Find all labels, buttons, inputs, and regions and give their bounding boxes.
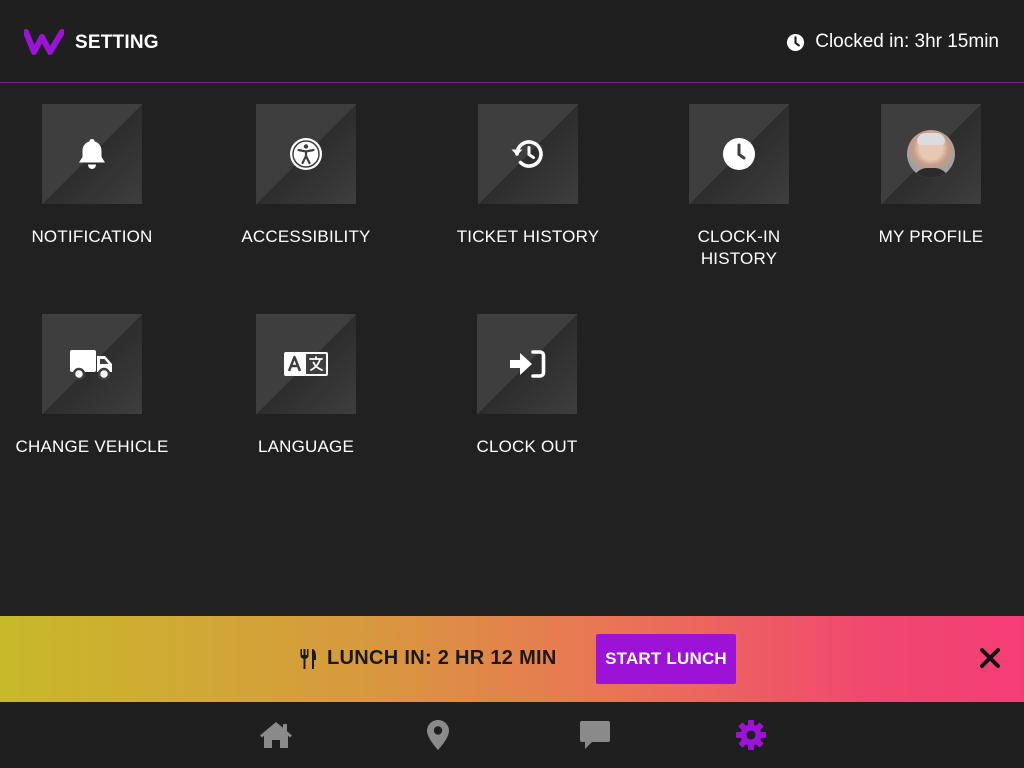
close-icon[interactable] xyxy=(978,646,1002,670)
nav-settings[interactable] xyxy=(731,718,771,752)
tile-change-vehicle-box[interactable] xyxy=(42,314,142,414)
tile-clock-out-box[interactable] xyxy=(477,314,577,414)
tile-ticket-history-label: TICKET HISTORY xyxy=(456,227,600,246)
accessibility-icon xyxy=(290,138,322,170)
nav-messages[interactable] xyxy=(575,718,615,752)
tile-ticket-history-box[interactable] xyxy=(478,104,578,204)
history-icon xyxy=(511,140,543,168)
w-logo-icon xyxy=(24,29,64,55)
truck-icon xyxy=(70,350,112,381)
translate-icon xyxy=(284,352,328,376)
map-marker-icon xyxy=(427,720,449,750)
avatar xyxy=(907,130,955,178)
header: SETTING Clocked in: 3hr 15min xyxy=(0,0,1024,83)
tile-language-label: LANGUAGE xyxy=(257,437,355,456)
bottom-nav xyxy=(0,702,1024,768)
tile-my-profile-box[interactable] xyxy=(881,104,981,204)
tile-clock-in-history-label-line2: HISTORY xyxy=(700,249,778,268)
tile-accessibility-label: ACCESSIBILITY xyxy=(241,227,371,246)
lunch-countdown: LUNCH IN: 2 HR 12 MIN xyxy=(299,647,557,670)
tile-accessibility-box[interactable] xyxy=(256,104,356,204)
tile-clock-out-label: CLOCK OUT xyxy=(476,437,578,456)
clock-status: Clocked in: 3hr 15min xyxy=(786,31,999,53)
tile-my-profile[interactable]: MY PROFILE xyxy=(841,104,1021,248)
nav-map[interactable] xyxy=(418,718,458,752)
tile-change-vehicle[interactable]: CHANGE VEHICLE xyxy=(2,314,182,458)
tile-language-box[interactable] xyxy=(256,314,356,414)
tile-clock-in-history-label-line1: CLOCK-IN xyxy=(697,227,781,246)
start-lunch-button[interactable]: START LUNCH xyxy=(596,634,736,684)
tile-notification-label: NOTIFICATION xyxy=(31,227,153,246)
clock-icon xyxy=(723,138,755,170)
lunch-countdown-text: LUNCH IN: 2 HR 12 MIN xyxy=(327,647,557,669)
tile-my-profile-label: MY PROFILE xyxy=(878,227,984,246)
clock-status-text: Clocked in: 3hr 15min xyxy=(815,31,999,52)
utensils-icon xyxy=(300,648,316,669)
tile-clock-in-history-label: CLOCK-IN HISTORY xyxy=(698,226,781,270)
tile-clock-in-history[interactable]: CLOCK-IN HISTORY xyxy=(649,104,829,270)
bell-icon xyxy=(79,139,105,169)
tile-language[interactable]: LANGUAGE xyxy=(216,314,396,458)
page-title: SETTING xyxy=(75,32,159,53)
tile-notification-box[interactable] xyxy=(42,104,142,204)
sign-in-icon xyxy=(510,350,546,378)
tile-clock-in-history-box[interactable] xyxy=(689,104,789,204)
tile-accessibility[interactable]: ACCESSIBILITY xyxy=(216,104,396,248)
home-icon xyxy=(260,722,292,748)
tile-ticket-history[interactable]: TICKET HISTORY xyxy=(438,104,618,248)
chat-icon xyxy=(580,721,610,749)
tile-change-vehicle-label: CHANGE VEHICLE xyxy=(15,437,169,456)
tile-notification[interactable]: NOTIFICATION xyxy=(2,104,182,248)
nav-home[interactable] xyxy=(256,718,296,752)
lunch-banner: LUNCH IN: 2 HR 12 MIN START LUNCH xyxy=(0,616,1024,702)
tile-clock-out[interactable]: CLOCK OUT xyxy=(437,314,617,458)
clock-icon xyxy=(787,33,805,51)
gear-icon xyxy=(736,720,766,750)
